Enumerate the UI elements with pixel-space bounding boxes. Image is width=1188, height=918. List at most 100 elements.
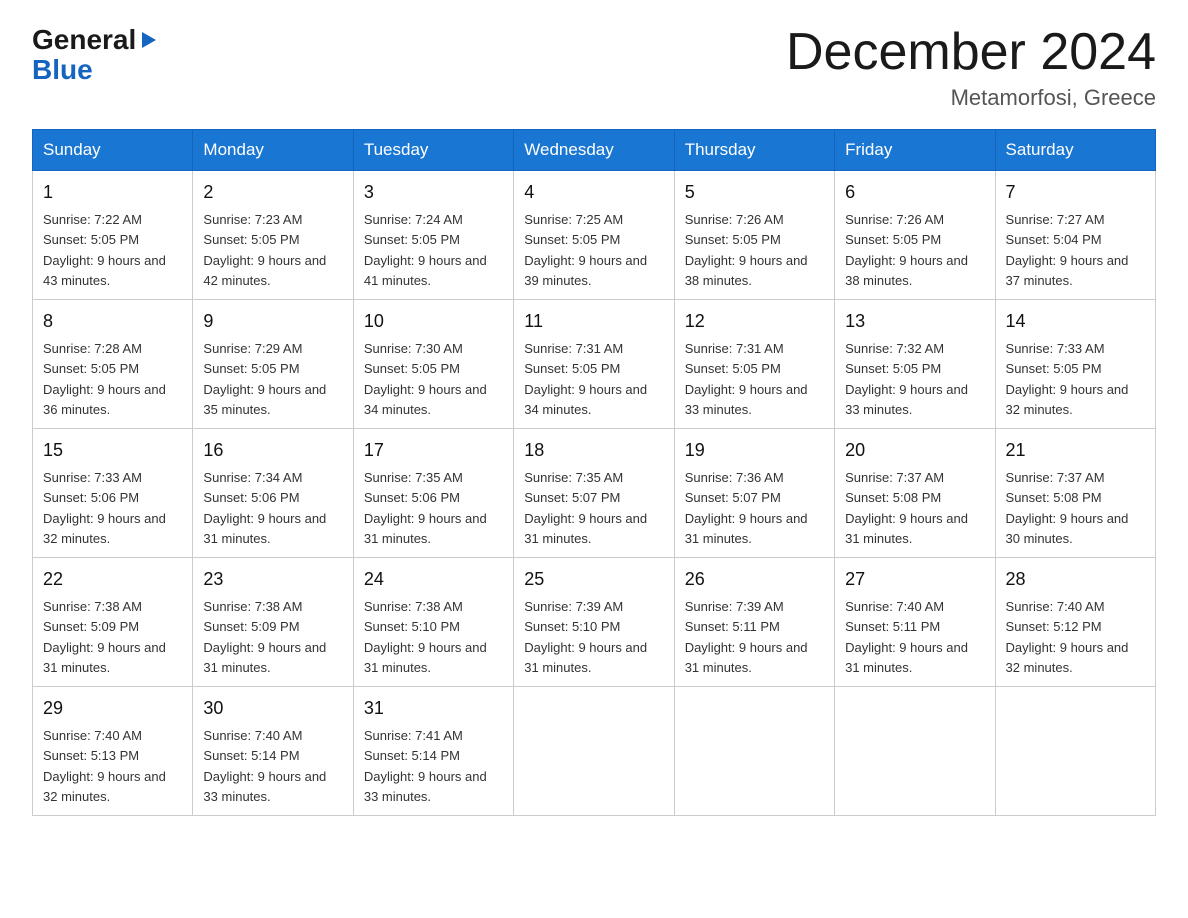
day-info: Sunrise: 7:27 AMSunset: 5:04 PMDaylight:… [1006, 212, 1129, 288]
day-info: Sunrise: 7:38 AMSunset: 5:10 PMDaylight:… [364, 599, 487, 675]
calendar-cell: 17 Sunrise: 7:35 AMSunset: 5:06 PMDayligh… [353, 429, 513, 558]
day-info: Sunrise: 7:33 AMSunset: 5:05 PMDaylight:… [1006, 341, 1129, 417]
day-number: 10 [364, 308, 503, 335]
calendar-cell: 19Sunrise: 7:36 AMSunset: 5:07 PMDayligh… [674, 429, 834, 558]
day-info: Sunrise: 7:40 AMSunset: 5:14 PMDaylight:… [203, 728, 326, 804]
logo: General Blue [32, 24, 160, 86]
day-info: Sunrise: 7:25 AMSunset: 5:05 PMDaylight:… [524, 212, 647, 288]
calendar-cell: 15Sunrise: 7:33 AMSunset: 5:06 PMDayligh… [33, 429, 193, 558]
calendar-week-row: 15Sunrise: 7:33 AMSunset: 5:06 PMDayligh… [33, 429, 1156, 558]
day-number: 14 [1006, 308, 1145, 335]
calendar-cell: 14 Sunrise: 7:33 AMSunset: 5:05 PMDayligh… [995, 300, 1155, 429]
day-number: 28 [1006, 566, 1145, 593]
calendar-cell: 11 Sunrise: 7:31 AMSunset: 5:05 PMDayligh… [514, 300, 674, 429]
calendar-cell: 8 Sunrise: 7:28 AMSunset: 5:05 PMDaylight… [33, 300, 193, 429]
day-info: Sunrise: 7:35 AMSunset: 5:06 PMDaylight:… [364, 470, 487, 546]
logo-blue-text: Blue [32, 54, 93, 86]
day-number: 31 [364, 695, 503, 722]
subtitle: Metamorfosi, Greece [786, 85, 1156, 111]
day-info: Sunrise: 7:41 AMSunset: 5:14 PMDaylight:… [364, 728, 487, 804]
day-number: 21 [1006, 437, 1145, 464]
calendar-header-thursday: Thursday [674, 130, 834, 171]
day-number: 15 [43, 437, 182, 464]
day-info: Sunrise: 7:31 AMSunset: 5:05 PMDaylight:… [524, 341, 647, 417]
day-number: 11 [524, 308, 663, 335]
day-number: 25 [524, 566, 663, 593]
day-info: Sunrise: 7:35 AMSunset: 5:07 PMDaylight:… [524, 470, 647, 546]
calendar-cell: 7Sunrise: 7:27 AMSunset: 5:04 PMDaylight… [995, 171, 1155, 300]
day-number: 17 [364, 437, 503, 464]
day-info: Sunrise: 7:39 AMSunset: 5:11 PMDaylight:… [685, 599, 808, 675]
day-info: Sunrise: 7:38 AMSunset: 5:09 PMDaylight:… [43, 599, 166, 675]
day-number: 9 [203, 308, 342, 335]
calendar-cell [514, 687, 674, 816]
day-info: Sunrise: 7:30 AMSunset: 5:05 PMDaylight:… [364, 341, 487, 417]
day-number: 27 [845, 566, 984, 593]
day-number: 23 [203, 566, 342, 593]
day-info: Sunrise: 7:23 AMSunset: 5:05 PMDaylight:… [203, 212, 326, 288]
calendar-cell: 4 Sunrise: 7:25 AMSunset: 5:05 PMDaylight… [514, 171, 674, 300]
day-number: 4 [524, 179, 663, 206]
day-info: Sunrise: 7:26 AMSunset: 5:05 PMDaylight:… [685, 212, 808, 288]
calendar-cell: 16 Sunrise: 7:34 AMSunset: 5:06 PMDayligh… [193, 429, 353, 558]
day-info: Sunrise: 7:40 AMSunset: 5:13 PMDaylight:… [43, 728, 166, 804]
calendar-cell: 3 Sunrise: 7:24 AMSunset: 5:05 PMDaylight… [353, 171, 513, 300]
day-info: Sunrise: 7:28 AMSunset: 5:05 PMDaylight:… [43, 341, 166, 417]
day-number: 18 [524, 437, 663, 464]
calendar-cell [674, 687, 834, 816]
day-info: Sunrise: 7:37 AMSunset: 5:08 PMDaylight:… [1006, 470, 1129, 546]
day-info: Sunrise: 7:34 AMSunset: 5:06 PMDaylight:… [203, 470, 326, 546]
day-info: Sunrise: 7:40 AMSunset: 5:12 PMDaylight:… [1006, 599, 1129, 675]
calendar-header-wednesday: Wednesday [514, 130, 674, 171]
calendar-cell: 27 Sunrise: 7:40 AMSunset: 5:11 PMDayligh… [835, 558, 995, 687]
calendar-header-tuesday: Tuesday [353, 130, 513, 171]
calendar-cell: 12 Sunrise: 7:31 AMSunset: 5:05 PMDayligh… [674, 300, 834, 429]
day-number: 12 [685, 308, 824, 335]
day-number: 6 [845, 179, 984, 206]
calendar-table: SundayMondayTuesdayWednesdayThursdayFrid… [32, 129, 1156, 816]
day-info: Sunrise: 7:22 AMSunset: 5:05 PMDaylight:… [43, 212, 166, 288]
day-info: Sunrise: 7:26 AMSunset: 5:05 PMDaylight:… [845, 212, 968, 288]
day-number: 8 [43, 308, 182, 335]
calendar-cell: 26Sunrise: 7:39 AMSunset: 5:11 PMDayligh… [674, 558, 834, 687]
logo-general-text: General [32, 24, 136, 56]
calendar-week-row: 29 Sunrise: 7:40 AMSunset: 5:13 PMDayligh… [33, 687, 1156, 816]
calendar-cell: 2 Sunrise: 7:23 AMSunset: 5:05 PMDaylight… [193, 171, 353, 300]
day-info: Sunrise: 7:40 AMSunset: 5:11 PMDaylight:… [845, 599, 968, 675]
calendar-cell: 10 Sunrise: 7:30 AMSunset: 5:05 PMDayligh… [353, 300, 513, 429]
page-header: General Blue December 2024 Metamorfosi, … [32, 24, 1156, 111]
day-number: 30 [203, 695, 342, 722]
title-block: December 2024 Metamorfosi, Greece [786, 24, 1156, 111]
calendar-week-row: 1 Sunrise: 7:22 AMSunset: 5:05 PMDaylight… [33, 171, 1156, 300]
day-number: 24 [364, 566, 503, 593]
calendar-cell: 29 Sunrise: 7:40 AMSunset: 5:13 PMDayligh… [33, 687, 193, 816]
calendar-cell: 6 Sunrise: 7:26 AMSunset: 5:05 PMDaylight… [835, 171, 995, 300]
calendar-header-saturday: Saturday [995, 130, 1155, 171]
day-number: 3 [364, 179, 503, 206]
calendar-cell: 18 Sunrise: 7:35 AMSunset: 5:07 PMDayligh… [514, 429, 674, 558]
logo-arrow-icon [138, 29, 160, 51]
calendar-header-sunday: Sunday [33, 130, 193, 171]
calendar-cell: 28 Sunrise: 7:40 AMSunset: 5:12 PMDayligh… [995, 558, 1155, 687]
day-info: Sunrise: 7:32 AMSunset: 5:05 PMDaylight:… [845, 341, 968, 417]
day-number: 16 [203, 437, 342, 464]
calendar-header-row: SundayMondayTuesdayWednesdayThursdayFrid… [33, 130, 1156, 171]
day-number: 1 [43, 179, 182, 206]
day-info: Sunrise: 7:24 AMSunset: 5:05 PMDaylight:… [364, 212, 487, 288]
calendar-cell: 1 Sunrise: 7:22 AMSunset: 5:05 PMDaylight… [33, 171, 193, 300]
day-number: 29 [43, 695, 182, 722]
calendar-cell: 9 Sunrise: 7:29 AMSunset: 5:05 PMDaylight… [193, 300, 353, 429]
calendar-cell: 22 Sunrise: 7:38 AMSunset: 5:09 PMDayligh… [33, 558, 193, 687]
calendar-cell: 25Sunrise: 7:39 AMSunset: 5:10 PMDayligh… [514, 558, 674, 687]
day-number: 2 [203, 179, 342, 206]
calendar-week-row: 22 Sunrise: 7:38 AMSunset: 5:09 PMDayligh… [33, 558, 1156, 687]
day-info: Sunrise: 7:29 AMSunset: 5:05 PMDaylight:… [203, 341, 326, 417]
day-info: Sunrise: 7:31 AMSunset: 5:05 PMDaylight:… [685, 341, 808, 417]
day-number: 22 [43, 566, 182, 593]
page-title: December 2024 [786, 24, 1156, 81]
calendar-cell: 5Sunrise: 7:26 AMSunset: 5:05 PMDaylight… [674, 171, 834, 300]
calendar-cell [835, 687, 995, 816]
calendar-cell: 20Sunrise: 7:37 AMSunset: 5:08 PMDayligh… [835, 429, 995, 558]
day-info: Sunrise: 7:38 AMSunset: 5:09 PMDaylight:… [203, 599, 326, 675]
calendar-cell: 13Sunrise: 7:32 AMSunset: 5:05 PMDayligh… [835, 300, 995, 429]
